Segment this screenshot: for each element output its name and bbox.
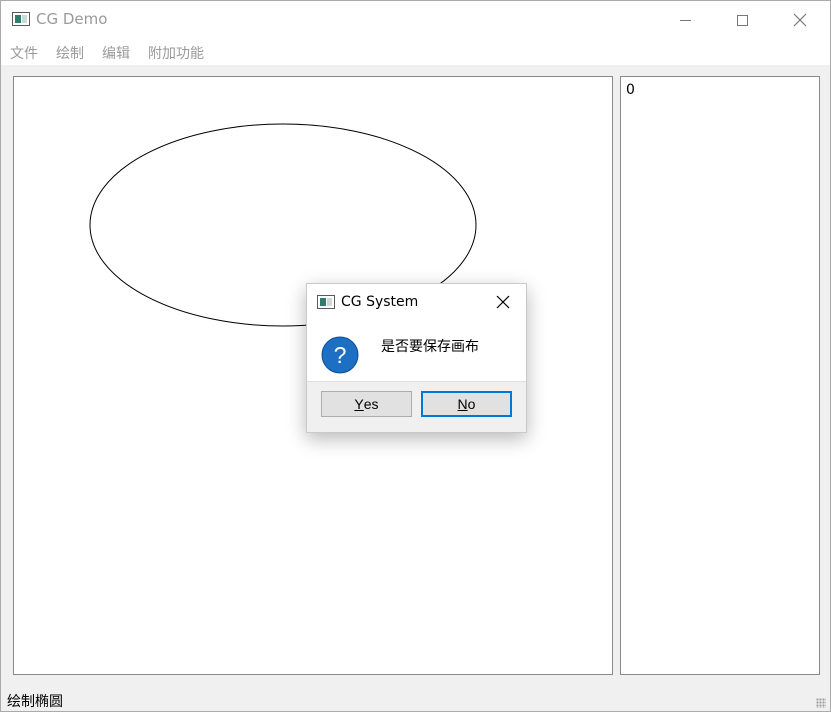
dialog-title: CG System bbox=[341, 294, 419, 310]
dialog-message: 是否要保存画布 bbox=[381, 339, 479, 355]
menu-bar: 文件 绘制 编辑 附加功能 bbox=[1, 39, 830, 65]
menu-file[interactable]: 文件 bbox=[10, 43, 38, 63]
app-icon bbox=[12, 12, 30, 26]
main-window: CG Demo 文件 绘制 编辑 附加功能 0 绘制椭圆 CG System ?… bbox=[0, 0, 831, 712]
no-mnemonic: N bbox=[457, 396, 468, 412]
maximize-icon bbox=[736, 14, 748, 26]
svg-text:?: ? bbox=[334, 342, 347, 368]
menu-draw[interactable]: 绘制 bbox=[56, 43, 84, 63]
minimize-icon bbox=[679, 19, 691, 21]
menu-edit[interactable]: 编辑 bbox=[102, 43, 130, 63]
dialog-app-icon bbox=[317, 295, 335, 309]
no-label-rest: o bbox=[467, 396, 476, 412]
save-dialog: CG System ? 是否要保存画布 Yes No bbox=[306, 283, 527, 433]
status-text: 绘制椭圆 bbox=[7, 694, 63, 710]
menu-extra[interactable]: 附加功能 bbox=[148, 43, 204, 63]
close-icon bbox=[793, 13, 807, 27]
list-item[interactable]: 0 bbox=[626, 82, 635, 98]
status-bar: 绘制椭圆 bbox=[1, 687, 830, 712]
maximize-button[interactable] bbox=[713, 1, 771, 39]
dialog-close-icon[interactable] bbox=[493, 292, 513, 312]
yes-mnemonic: Y bbox=[354, 396, 364, 412]
yes-label-rest: es bbox=[363, 396, 379, 412]
window-title: CG Demo bbox=[36, 10, 108, 28]
item-list[interactable]: 0 bbox=[620, 76, 820, 675]
resize-grip-icon[interactable] bbox=[816, 698, 826, 708]
yes-button[interactable]: Yes bbox=[321, 391, 412, 417]
title-bar[interactable]: CG Demo bbox=[1, 1, 830, 39]
close-button[interactable] bbox=[771, 1, 829, 39]
dialog-body: ? 是否要保存画布 bbox=[307, 320, 526, 382]
minimize-button[interactable] bbox=[656, 1, 714, 39]
dialog-title-bar[interactable]: CG System bbox=[307, 284, 526, 320]
question-icon: ? bbox=[321, 336, 359, 374]
no-button[interactable]: No bbox=[421, 391, 512, 417]
